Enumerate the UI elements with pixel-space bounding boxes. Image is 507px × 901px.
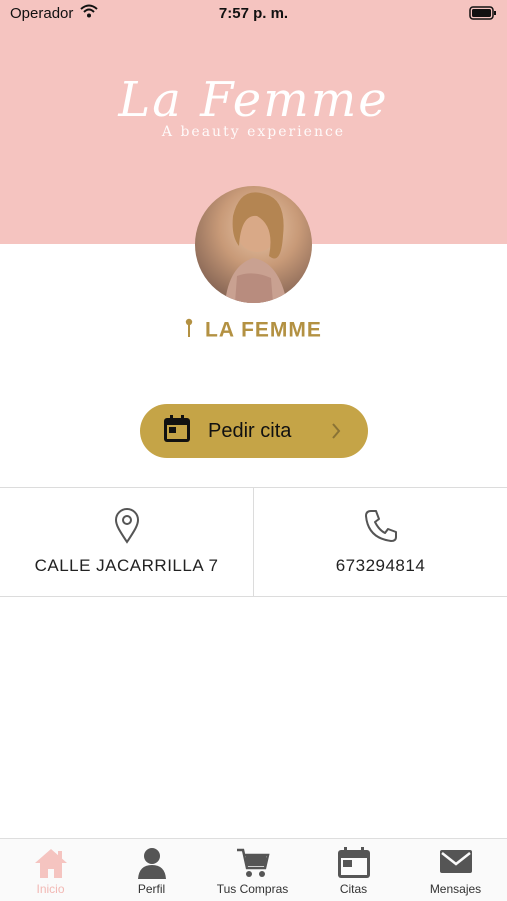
tab-bar: Inicio Perfil Tus Compras Citas Mensajes	[0, 838, 507, 901]
location-pin-icon	[113, 508, 141, 549]
tab-label: Inicio	[36, 882, 65, 896]
logo-script: La Femme	[118, 72, 389, 128]
tab-mensajes[interactable]: Mensajes	[404, 839, 507, 901]
status-bar: Operador 7:57 p. m.	[0, 0, 507, 28]
tab-inicio[interactable]: Inicio	[0, 839, 101, 901]
tab-citas[interactable]: Citas	[303, 839, 404, 901]
battery-icon	[469, 6, 497, 24]
tab-tus-compras[interactable]: Tus Compras	[202, 839, 303, 901]
phone-icon	[363, 508, 399, 549]
address-text: CALLE JACARRILLA 7	[34, 556, 219, 575]
phone-text: 673294814	[335, 556, 426, 575]
phone-cell[interactable]: 673294814	[254, 488, 507, 596]
calendar-icon	[162, 414, 192, 449]
tab-label: Perfil	[137, 882, 166, 896]
contact-info-row: CALLE JACARRILLA 7 673294814	[0, 487, 507, 597]
tab-perfil[interactable]: Perfil	[101, 839, 202, 901]
tab-label: Tus Compras	[216, 882, 289, 896]
calendar-icon	[337, 847, 371, 884]
book-appointment-label: Pedir cita	[208, 419, 292, 442]
cart-icon	[236, 847, 270, 884]
chevron-right-icon	[330, 421, 342, 446]
brand-logo: La Femme A beauty experience	[0, 70, 507, 140]
person-icon	[136, 847, 168, 884]
tab-label: Citas	[339, 882, 368, 896]
pin-icon	[185, 318, 193, 344]
shop-name: LA FEMME	[0, 318, 507, 344]
address-cell[interactable]: CALLE JACARRILLA 7	[0, 488, 254, 596]
shop-name-label: LA FEMME	[205, 318, 322, 342]
tab-label: Mensajes	[429, 882, 482, 896]
mail-icon	[439, 847, 473, 880]
clock: 7:57 p. m.	[218, 5, 289, 22]
profile-avatar	[195, 186, 312, 303]
home-icon	[33, 847, 69, 884]
book-appointment-button[interactable]: Pedir cita	[140, 404, 368, 458]
logo-tagline: A beauty experience	[161, 124, 346, 140]
